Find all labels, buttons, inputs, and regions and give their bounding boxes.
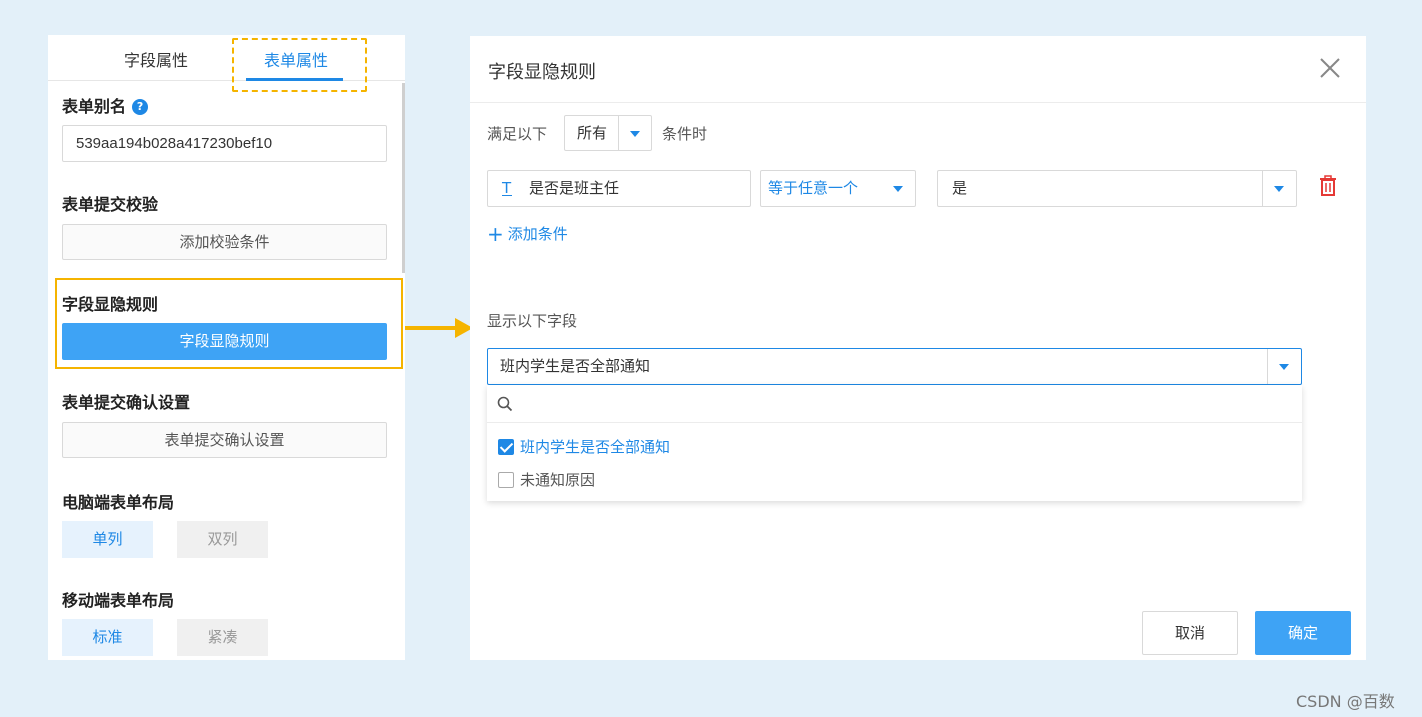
trash-icon[interactable]	[1318, 175, 1338, 197]
pc-layout-title: 电脑端表单布局	[62, 493, 175, 512]
watermark: CSDN @百数	[1296, 692, 1395, 711]
mobile-layout-title: 移动端表单布局	[62, 591, 175, 610]
form-alias-input[interactable]: 539aa194b028a417230bef10	[62, 125, 387, 162]
show-fields-label: 显示以下字段	[487, 312, 578, 330]
condition-suffix: 条件时	[662, 125, 708, 143]
match-mode-select[interactable]: 所有	[564, 115, 652, 151]
operator-select[interactable]: 等于任意一个	[760, 170, 916, 207]
chevron-down-icon	[1274, 186, 1284, 192]
condition-value: 是	[952, 179, 968, 197]
chevron-down-icon	[1279, 364, 1289, 370]
checkbox-checked-icon[interactable]	[498, 439, 514, 455]
submit-confirm-button[interactable]: 表单提交确认设置	[62, 422, 387, 458]
pc-layout-single[interactable]: 单列	[62, 521, 153, 558]
cancel-button[interactable]: 取消	[1142, 611, 1238, 655]
tab-field-properties[interactable]: 字段属性	[124, 47, 188, 71]
tab-highlight-box	[232, 38, 367, 92]
dropdown-search[interactable]	[487, 385, 1302, 423]
plus-icon: +	[487, 222, 504, 246]
dialog-title: 字段显隐规则	[488, 62, 596, 83]
fields-dropdown: 班内学生是否全部通知 未通知原因	[487, 385, 1302, 501]
submit-validation-title: 表单提交校验	[62, 195, 159, 214]
confirm-button[interactable]: 确定	[1255, 611, 1351, 655]
visibility-rule-title: 字段显隐规则	[62, 295, 159, 314]
selected-fields-value: 班内学生是否全部通知	[500, 357, 651, 375]
panel-scrollbar[interactable]	[402, 83, 405, 273]
chevron-down-icon	[893, 186, 903, 192]
condition-field-label: 是否是班主任	[529, 179, 620, 197]
show-fields-select[interactable]: 班内学生是否全部通知	[487, 348, 1302, 385]
submit-confirm-title: 表单提交确认设置	[62, 393, 191, 412]
visibility-rule-dialog: 字段显隐规则 满足以下 所有 条件时 T 是否是班主任 等于任意一个 是 + 添加…	[470, 36, 1366, 660]
dropdown-option[interactable]: 未通知原因	[498, 469, 595, 490]
mobile-layout-standard[interactable]: 标准	[62, 619, 153, 656]
add-validation-button[interactable]: 添加校验条件	[62, 224, 387, 260]
text-field-icon: T	[502, 171, 513, 206]
help-icon[interactable]: ?	[132, 99, 149, 115]
alias-title: 表单别名	[62, 97, 127, 116]
condition-value-select[interactable]: 是	[937, 170, 1297, 207]
mobile-layout-compact[interactable]: 紧凑	[177, 619, 268, 656]
option-label: 未通知原因	[520, 471, 596, 489]
dialog-divider	[470, 102, 1366, 103]
visibility-rule-button[interactable]: 字段显隐规则	[62, 323, 387, 360]
checkbox-icon[interactable]	[498, 472, 514, 488]
close-icon[interactable]	[1318, 56, 1342, 80]
chevron-down-icon	[630, 131, 640, 137]
select-separator	[1267, 349, 1268, 384]
search-icon	[497, 396, 513, 412]
add-condition-button[interactable]: + 添加条件	[487, 222, 568, 246]
dropdown-option[interactable]: 班内学生是否全部通知	[498, 436, 670, 457]
add-condition-label: 添加条件	[507, 225, 568, 243]
pc-layout-double[interactable]: 双列	[177, 521, 268, 558]
alias-section-title: 表单别名?	[62, 93, 149, 117]
match-mode-value: 所有	[577, 124, 608, 142]
select-separator	[1262, 171, 1263, 206]
condition-prefix: 满足以下	[487, 125, 548, 143]
form-settings-panel: 字段属性 表单属性 表单别名? 539aa194b028a417230bef10…	[48, 35, 405, 660]
operator-value: 等于任意一个	[768, 179, 859, 197]
condition-field[interactable]: T 是否是班主任	[487, 170, 751, 207]
arrow-connector	[405, 326, 455, 330]
option-label: 班内学生是否全部通知	[520, 438, 671, 456]
select-separator	[618, 116, 619, 150]
